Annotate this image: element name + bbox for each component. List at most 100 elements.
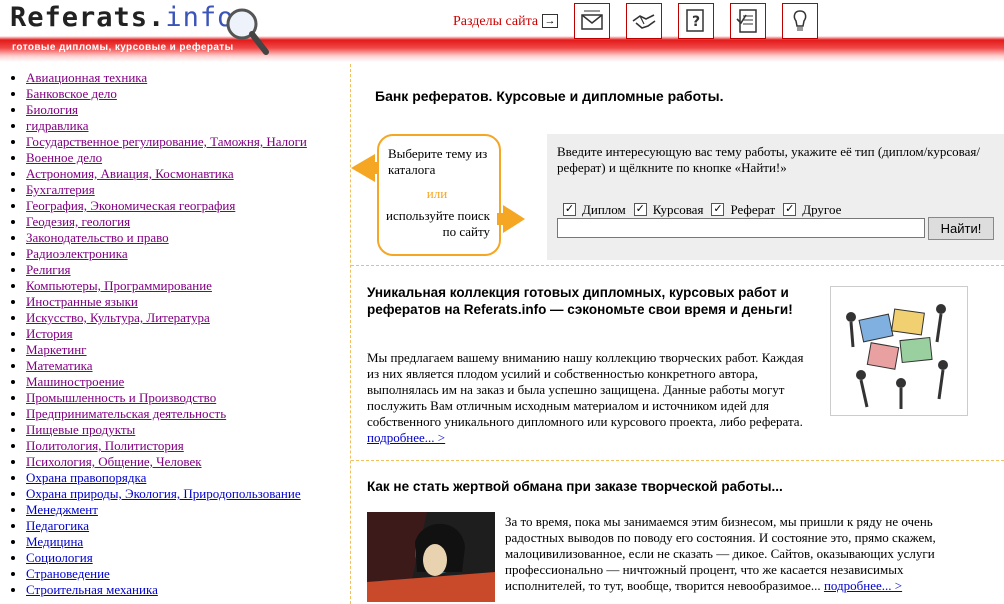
catalog-item-link[interactable]: Психология, Общение, Человек — [26, 454, 202, 469]
catalog-item-link[interactable]: Иностранные языки — [26, 294, 138, 309]
document-icon[interactable] — [730, 3, 766, 39]
checkbox-box[interactable]: ✓ — [711, 203, 725, 216]
catalog-item[interactable]: Пищевые продукты — [26, 422, 348, 438]
catalog-item-link[interactable]: гидравлика — [26, 118, 88, 133]
catalog-item[interactable]: Астрономия, Авиация, Космонавтика — [26, 166, 348, 182]
catalog-item-link[interactable]: Математика — [26, 358, 93, 373]
catalog-item[interactable]: Компьютеры, Программирование — [26, 278, 348, 294]
sections-link[interactable]: Разделы сайта — [453, 14, 538, 30]
article1-more-link[interactable]: подробнее... > — [367, 430, 445, 445]
choose-catalog-text: Выберите тему из каталога — [388, 146, 488, 177]
catalog-item-link[interactable]: Предпринимательская деятельность — [26, 406, 226, 421]
search-input[interactable] — [557, 218, 925, 238]
checkbox-box[interactable]: ✓ — [633, 203, 647, 216]
checkbox-3[interactable]: ✓ Другое — [783, 202, 841, 218]
mail-icon[interactable] — [574, 3, 610, 39]
catalog-item[interactable]: Охрана правопорядка — [26, 470, 348, 486]
catalog-item[interactable]: Политология, Политистория — [26, 438, 348, 454]
catalog-item-link[interactable]: Политология, Политистория — [26, 438, 184, 453]
catalog-item[interactable]: Маркетинг — [26, 342, 348, 358]
teamwork-illustration — [830, 286, 968, 416]
checkbox-2[interactable]: ✓ Реферат — [711, 202, 775, 218]
catalog-item-link[interactable]: Астрономия, Авиация, Космонавтика — [26, 166, 234, 181]
catalog-item-link[interactable]: Искусство, Культура, Литература — [26, 310, 210, 325]
catalog-item[interactable]: Религия — [26, 262, 348, 278]
catalog-item-link[interactable]: Машиностроение — [26, 374, 124, 389]
catalog-item[interactable]: Строительная механика — [26, 582, 348, 598]
catalog-item-link[interactable]: Маркетинг — [26, 342, 87, 357]
catalog-item-link[interactable]: Авиационная техника — [26, 70, 147, 85]
catalog-item[interactable]: История — [26, 326, 348, 342]
catalog-item-link[interactable]: Государственное регулирование, Таможня, … — [26, 134, 307, 149]
catalog-item-link[interactable]: Страноведение — [26, 566, 110, 581]
article1-body: Мы предлагаем вашему вниманию нашу колле… — [367, 350, 807, 446]
catalog-item-link[interactable]: Законодательство и право — [26, 230, 169, 245]
article2-more-link[interactable]: подробнее... > — [824, 578, 902, 593]
catalog-sidebar: Авиационная техникаБанковское делоБиолог… — [0, 66, 348, 598]
catalog-item[interactable]: Психология, Общение, Человек — [26, 454, 348, 470]
catalog-item[interactable]: Искусство, Культура, Литература — [26, 310, 348, 326]
catalog-item-link[interactable]: Менеджмент — [26, 502, 98, 517]
catalog-item-link[interactable]: Педагогика — [26, 518, 89, 533]
catalog-item-link[interactable]: Военное дело — [26, 150, 102, 165]
checkbox-0[interactable]: ✓ Диплом — [563, 202, 626, 218]
catalog-item[interactable]: Военное дело — [26, 150, 348, 166]
catalog-item[interactable]: Педагогика — [26, 518, 348, 534]
catalog-item[interactable]: Машиностроение — [26, 374, 348, 390]
article1-title: Уникальная коллекция готовых дипломных, … — [367, 285, 793, 317]
section-divider — [351, 265, 1004, 266]
catalog-item[interactable]: Государственное регулирование, Таможня, … — [26, 134, 348, 150]
lightbulb-icon[interactable] — [782, 3, 818, 39]
catalog-item-link[interactable]: Охрана правопорядка — [26, 470, 146, 485]
search-button[interactable]: Найти! — [928, 217, 994, 240]
catalog-item[interactable]: Социология — [26, 550, 348, 566]
catalog-item-link[interactable]: Банковское дело — [26, 86, 117, 101]
catalog-item[interactable]: Страноведение — [26, 566, 348, 582]
catalog-item-link[interactable]: Пищевые продукты — [26, 422, 135, 437]
checkbox-box[interactable]: ✓ — [783, 203, 797, 216]
catalog-item-link[interactable]: Социология — [26, 550, 93, 565]
page-title: Банк рефератов. Курсовые и дипломные раб… — [375, 88, 724, 104]
checkbox-box[interactable]: ✓ — [563, 203, 576, 216]
catalog-item[interactable]: Авиационная техника — [26, 70, 348, 86]
catalog-item-link[interactable]: Промышленность и Производство — [26, 390, 216, 405]
catalog-item[interactable]: Менеджмент — [26, 502, 348, 518]
catalog-item-link[interactable]: Геодезия, геология — [26, 214, 130, 229]
catalog-item-link[interactable]: Компьютеры, Программирование — [26, 278, 212, 293]
catalog-item-link[interactable]: Охрана природы, Экология, Природопользов… — [26, 486, 301, 501]
site-logo[interactable]: Referats.info — [10, 2, 234, 33]
article2-body: За то время, пока мы занимаемся этим биз… — [505, 514, 975, 594]
catalog-item[interactable]: Медицина — [26, 534, 348, 550]
checkbox-label: Другое — [802, 201, 842, 217]
catalog-item-link[interactable]: Строительная механика — [26, 582, 158, 597]
catalog-item[interactable]: Промышленность и Производство — [26, 390, 348, 406]
catalog-item-link[interactable]: Религия — [26, 262, 71, 277]
catalog-item[interactable]: Охрана природы, Экология, Природопользов… — [26, 486, 348, 502]
question-icon[interactable]: ? — [678, 3, 714, 39]
handshake-icon[interactable] — [626, 3, 662, 39]
catalog-item-link[interactable]: Бухгалтерия — [26, 182, 95, 197]
type-checkboxes: ✓ Диплом ✓ Курсовая ✓ Реферат ✓ Другое — [563, 200, 849, 218]
catalog-item-link[interactable]: Радиоэлектроника — [26, 246, 128, 261]
catalog-item[interactable]: Предпринимательская деятельность — [26, 406, 348, 422]
checkbox-1[interactable]: ✓ Курсовая — [633, 202, 703, 218]
catalog-item-link[interactable]: Медицина — [26, 534, 83, 549]
svg-text:?: ? — [692, 14, 700, 30]
catalog-item[interactable]: Иностранные языки — [26, 294, 348, 310]
catalog-item[interactable]: Банковское дело — [26, 86, 348, 102]
catalog-item[interactable]: Биология — [26, 102, 348, 118]
catalog-item[interactable]: Бухгалтерия — [26, 182, 348, 198]
catalog-item-link[interactable]: География, Экономическая география — [26, 198, 235, 213]
catalog-item[interactable]: Математика — [26, 358, 348, 374]
logo-subtitle: готовые дипломы, курсовые и рефераты — [12, 42, 234, 53]
catalog-item-link[interactable]: История — [26, 326, 73, 341]
catalog-item[interactable]: Радиоэлектроника — [26, 246, 348, 262]
catalog-item[interactable]: Геодезия, геология — [26, 214, 348, 230]
choose-or-text: или — [426, 186, 448, 201]
catalog-item[interactable]: гидравлика — [26, 118, 348, 134]
search-panel: Введите интересующую вас тему работы, ук… — [547, 134, 1004, 260]
catalog-item-link[interactable]: Биология — [26, 102, 78, 117]
catalog-item[interactable]: Законодательство и право — [26, 230, 348, 246]
catalog-item[interactable]: География, Экономическая география — [26, 198, 348, 214]
logo-main: Referats. — [10, 2, 166, 33]
